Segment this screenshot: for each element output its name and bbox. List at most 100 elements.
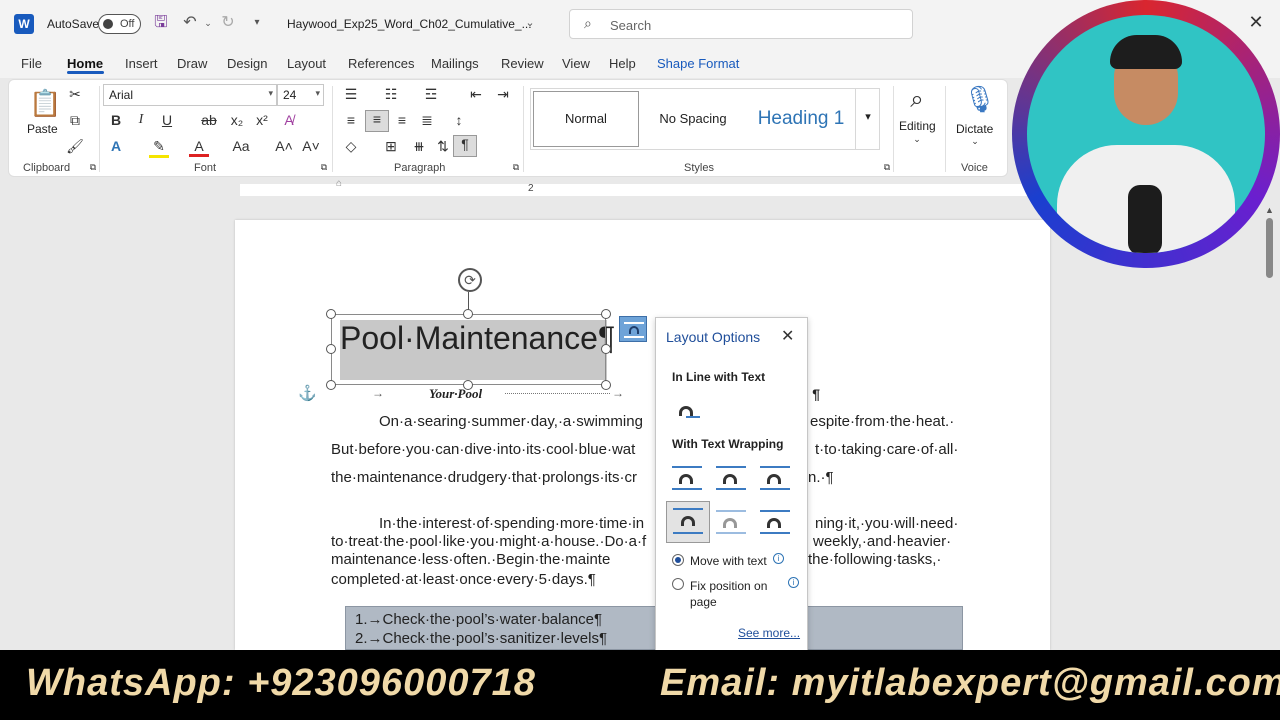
resize-handle[interactable] [601, 380, 611, 390]
style-no-spacing[interactable]: No Spacing [643, 89, 743, 149]
editing-dropdown-icon[interactable]: ⌄ [907, 134, 927, 145]
editing-label[interactable]: Editing [899, 119, 936, 133]
resize-handle[interactable] [601, 344, 611, 354]
highlight-icon[interactable]: ✎ [149, 138, 169, 158]
fix-position-radio[interactable] [672, 578, 684, 590]
resize-handle[interactable] [326, 380, 336, 390]
copy-icon[interactable]: ⧉ [65, 112, 85, 129]
shading-icon[interactable]: ◇ [341, 138, 361, 155]
strikethrough-icon[interactable]: ab [199, 112, 219, 128]
wrap-in-front-option[interactable] [756, 508, 794, 540]
sort-icon[interactable]: ⇅ [433, 138, 453, 155]
align-left-icon[interactable]: ≡ [341, 112, 361, 128]
wrap-through-option[interactable] [756, 464, 794, 496]
clear-formatting-icon[interactable]: A̸ [279, 112, 299, 128]
paragraph-1-line-2b[interactable]: t·to·taking·care·of·all· [815, 441, 958, 458]
styles-more-button[interactable]: ▾ [855, 88, 880, 150]
info-icon[interactable]: i [788, 577, 799, 588]
bullets-icon[interactable]: ☰ [341, 86, 361, 103]
format-painter-icon[interactable]: 🖌 [65, 138, 85, 155]
redo-icon[interactable]: ↻ [218, 13, 238, 33]
customize-toolbar-icon[interactable]: ▾ [247, 13, 267, 33]
move-with-text-radio[interactable] [672, 554, 684, 566]
cut-icon[interactable]: ✂ [65, 86, 85, 103]
resize-handle[interactable] [463, 309, 473, 319]
styles-launcher-icon[interactable]: ⧉ [877, 162, 897, 173]
paragraph-2-line-1b[interactable]: ning·it,·you·will·need· [815, 515, 958, 532]
info-icon[interactable]: i [773, 553, 784, 564]
paragraph-1-line-3b[interactable]: n.·¶ [808, 469, 834, 486]
font-launcher-icon[interactable]: ⧉ [314, 162, 334, 173]
move-with-text-label[interactable]: Move with text [690, 554, 767, 568]
paragraph-2-line-3b[interactable]: the·following·tasks,· [808, 551, 941, 568]
fix-position-label[interactable]: Fix position on page [690, 578, 780, 610]
tab-insert[interactable]: Insert [125, 56, 158, 71]
superscript-icon[interactable]: x² [252, 112, 272, 128]
paragraph-2-line-2b[interactable]: weekly,·and·heavier· [813, 533, 951, 550]
underline-icon[interactable]: U [157, 112, 177, 128]
paste-icon[interactable]: 📋 [29, 88, 61, 119]
layout-options-button[interactable] [619, 316, 647, 342]
italic-icon[interactable]: I [131, 112, 151, 128]
undo-dropdown-icon[interactable]: ⌄ [198, 13, 218, 33]
tab-shape-format[interactable]: Shape Format [657, 56, 739, 71]
tab-help[interactable]: Help [609, 56, 636, 71]
tab-file[interactable]: File [21, 56, 42, 71]
paragraph-2-line-1a[interactable]: In·the·interest·of·spending·more·time·in [379, 515, 644, 532]
tab-design[interactable]: Design [227, 56, 267, 71]
tab-review[interactable]: Review [501, 56, 544, 71]
change-case-icon[interactable]: Aa [231, 138, 251, 154]
subtitle-text[interactable]: Your·Pool [429, 386, 482, 402]
style-heading-1[interactable]: Heading 1 [745, 89, 857, 149]
tab-references[interactable]: References [348, 56, 414, 71]
subscript-icon[interactable]: x₂ [227, 112, 247, 128]
undo-icon[interactable]: ↶ [180, 13, 200, 33]
microphone-icon[interactable]: 🎙 [963, 84, 996, 115]
numbering-icon[interactable]: ☷ [381, 86, 401, 103]
find-icon[interactable]: ⌕ [907, 86, 927, 114]
paragraph-1-line-3a[interactable]: the·maintenance·drudgery·that·prolongs·i… [331, 469, 637, 486]
close-icon[interactable]: ✕ [781, 326, 794, 346]
tab-mailings[interactable]: Mailings [431, 56, 479, 71]
scroll-up-icon[interactable]: ▲ [1265, 205, 1274, 215]
increase-indent-icon[interactable]: ⇥ [493, 86, 513, 103]
scrollbar-thumb[interactable] [1266, 218, 1273, 278]
paragraph-1-line-2a[interactable]: But·before·you·can·dive·into·its·cool·bl… [331, 441, 635, 458]
font-size-box[interactable]: 24 ▾ [277, 84, 324, 106]
list-item[interactable]: 1.→Check·the·pool’s·water·balance¶ [355, 611, 602, 628]
indent-marker-icon[interactable]: ⌂ [336, 178, 342, 189]
wrap-tight-option[interactable] [712, 464, 750, 496]
text-effects-icon[interactable]: A [106, 138, 126, 154]
close-window-icon[interactable]: ✕ [1244, 12, 1268, 33]
line-spacing-icon[interactable]: ↕ [449, 112, 469, 128]
asian-layout-icon[interactable]: ⧻ [409, 138, 429, 155]
paragraph-1-line-1b[interactable]: espite·from·the·heat.· [810, 413, 954, 430]
paragraph-2-line-2a[interactable]: to·treat·the·pool·like·you·might·a·house… [331, 533, 646, 550]
borders-icon[interactable]: ⊞ [381, 138, 401, 155]
dictate-dropdown-icon[interactable]: ⌄ [965, 136, 985, 147]
shrink-font-icon[interactable]: A˅ [301, 138, 321, 154]
font-color-icon[interactable]: A [189, 138, 209, 157]
document-title[interactable]: Haywood_Exp25_Word_Ch02_Cumulative_... [287, 17, 532, 31]
tab-draw[interactable]: Draw [177, 56, 207, 71]
resize-handle[interactable] [326, 344, 336, 354]
wrap-behind-text-option[interactable] [712, 508, 750, 540]
list-item[interactable]: 2.→Check·the·pool’s·sanitizer·levels¶ [355, 630, 607, 647]
align-right-icon[interactable]: ≡ [392, 112, 412, 128]
paragraph-2-line-3a[interactable]: maintenance·less·often.·Begin·the·mainte [331, 551, 610, 568]
tab-view[interactable]: View [562, 56, 590, 71]
style-normal[interactable]: Normal [533, 91, 639, 147]
grow-font-icon[interactable]: A˄ [274, 138, 294, 154]
paste-label[interactable]: Paste [27, 122, 58, 136]
save-icon[interactable]: 🖫 [151, 13, 171, 33]
align-center-icon[interactable]: ≡ [365, 110, 389, 132]
paragraph-1-line-1a[interactable]: On·a·searing·summer·day,·a·swimming [379, 413, 643, 430]
tab-home[interactable]: Home [67, 56, 103, 71]
resize-handle[interactable] [601, 309, 611, 319]
clipboard-launcher-icon[interactable]: ⧉ [83, 162, 103, 173]
autosave-toggle[interactable]: Off [98, 14, 141, 34]
resize-handle[interactable] [326, 309, 336, 319]
font-name-box[interactable]: Arial ▾ [103, 84, 277, 106]
decrease-indent-icon[interactable]: ⇤ [466, 86, 486, 103]
rotate-handle-icon[interactable]: ⟳ [458, 268, 482, 292]
